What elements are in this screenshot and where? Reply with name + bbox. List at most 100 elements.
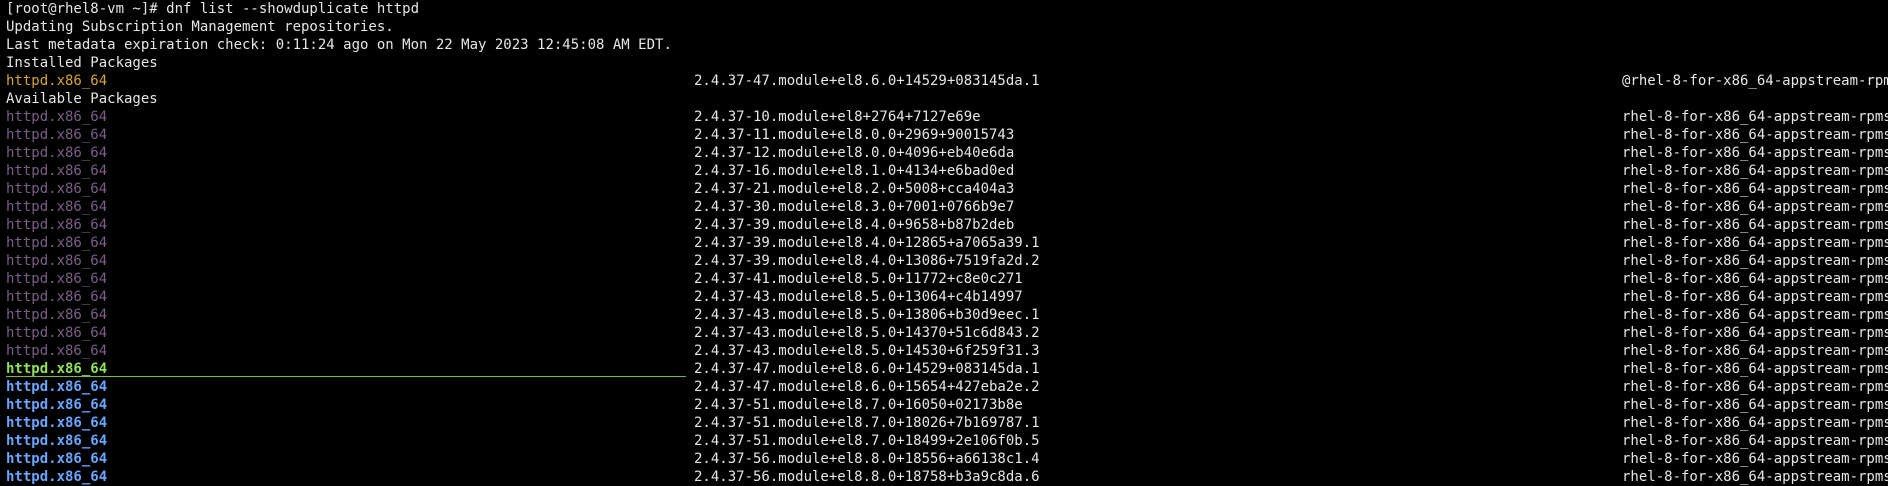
package-version: 2.4.37-30.module+el8.3.0+7001+0766b9e7 [694,199,1015,215]
package-repo: rhel-8-for-x86_64-appstream-rpms [1622,109,1888,125]
package-version: 2.4.37-47.module+el8.6.0+14529+083145da.… [694,361,1040,377]
package-row: httpd.x86_64 2.4.37-12.module+el8.0.0+409… [0,144,1888,162]
package-row: httpd.x86_64 2.4.37-56.module+el8.8.0+187… [0,468,1888,486]
package-name: httpd.x86_64 [6,397,108,413]
package-version: 2.4.37-16.module+el8.1.0+4134+e6bad0ed [694,163,1015,179]
package-repo: rhel-8-for-x86_64-appstream-rpms [1622,469,1888,485]
package-row: httpd.x86_64 2.4.37-43.module+el8.5.0+130… [0,288,1888,306]
package-repo: rhel-8-for-x86_64-appstream-rpms [1622,145,1888,161]
package-version: 2.4.37-43.module+el8.5.0+13064+c4b14997 [694,289,1023,305]
package-version: 2.4.37-56.module+el8.8.0+18556+a66138c1.… [694,451,1040,467]
package-version: 2.4.37-39.module+el8.4.0+12865+a7065a39.… [694,235,1040,251]
package-name: httpd.x86_64 [6,415,108,431]
package-repo: rhel-8-for-x86_64-appstream-rpms [1622,397,1888,413]
package-row: httpd.x86_64 2.4.37-56.module+el8.8.0+185… [0,450,1888,468]
package-name: httpd.x86_64 [6,145,108,161]
package-repo: rhel-8-for-x86_64-appstream-rpms [1622,253,1888,269]
package-name: httpd.x86_64 [6,163,108,179]
package-row: httpd.x86_64 2.4.37-11.module+el8.0.0+296… [0,126,1888,144]
package-row: httpd.x86_64 2.4.37-39.module+el8.4.0+128… [0,234,1888,252]
package-version: 2.4.37-56.module+el8.8.0+18758+b3a9c8da.… [694,469,1040,485]
package-name: httpd.x86_64 [6,289,108,305]
package-version: 2.4.37-41.module+el8.5.0+11772+c8e0c271 [694,271,1023,287]
package-name: httpd.x86_64 [6,451,108,467]
package-repo: @rhel-8-for-x86_64-appstream-rpms [1622,73,1888,89]
package-row: httpd.x86_64 2.4.37-10.module+el8+2764+71… [0,108,1888,126]
package-repo: rhel-8-for-x86_64-appstream-rpms [1622,127,1888,143]
selection-underline [6,376,686,377]
command-line: [root@rhel8-vm ~]# dnf list --showduplic… [0,0,1888,18]
package-version: 2.4.37-39.module+el8.4.0+13086+7519fa2d.… [694,253,1040,269]
package-name: httpd.x86_64 [6,271,108,287]
package-row: httpd.x86_64 2.4.37-43.module+el8.5.0+138… [0,306,1888,324]
package-version: 2.4.37-11.module+el8.0.0+2969+90015743 [694,127,1015,143]
status-text: Last metadata expiration check: 0:11:24 … [6,37,672,53]
package-name: httpd.x86_64 [6,199,108,215]
package-name: httpd.x86_64 [6,325,108,341]
package-repo: rhel-8-for-x86_64-appstream-rpms [1622,451,1888,467]
package-repo: rhel-8-for-x86_64-appstream-rpms [1622,433,1888,449]
package-repo: rhel-8-for-x86_64-appstream-rpms [1622,325,1888,341]
section-heading: Installed Packages [6,55,158,71]
status-line: Updating Subscription Management reposit… [0,18,1888,36]
package-row: httpd.x86_64 2.4.37-16.module+el8.1.0+413… [0,162,1888,180]
package-version: 2.4.37-21.module+el8.2.0+5008+cca404a3 [694,181,1015,197]
package-name: httpd.x86_64 [6,217,108,233]
package-repo: rhel-8-for-x86_64-appstream-rpms [1622,271,1888,287]
package-version: 2.4.37-51.module+el8.7.0+16050+02173b8e [694,397,1023,413]
package-name: httpd.x86_64 [6,127,108,143]
package-repo: rhel-8-for-x86_64-appstream-rpms [1622,307,1888,323]
installed-package-row: httpd.x86_64 2.4.37-47.module+el8.6.0+14… [0,72,1888,90]
package-version: 2.4.37-12.module+el8.0.0+4096+eb40e6da [694,145,1015,161]
available-package-list: httpd.x86_64 2.4.37-10.module+el8+2764+71… [0,108,1888,486]
package-row: httpd.x86_64 2.4.37-39.module+el8.4.0+965… [0,216,1888,234]
package-name: httpd.x86_64 [6,253,108,269]
package-name: httpd.x86_64 [6,433,108,449]
package-repo: rhel-8-for-x86_64-appstream-rpms [1622,217,1888,233]
status-line: Last metadata expiration check: 0:11:24 … [0,36,1888,54]
package-row: httpd.x86_64 2.4.37-43.module+el8.5.0+145… [0,342,1888,360]
package-name: httpd.x86_64 [6,73,108,89]
package-row: httpd.x86_64 2.4.37-51.module+el8.7.0+180… [0,414,1888,432]
package-version: 2.4.37-39.module+el8.4.0+9658+b87b2deb [694,217,1015,233]
package-repo: rhel-8-for-x86_64-appstream-rpms [1622,343,1888,359]
package-version: 2.4.37-43.module+el8.5.0+14370+51c6d843.… [694,325,1040,341]
status-text: Updating Subscription Management reposit… [6,19,394,35]
command-prompt: [root@rhel8-vm ~]# dnf list --showduplic… [6,1,420,17]
package-row: httpd.x86_64 2.4.37-39.module+el8.4.0+130… [0,252,1888,270]
package-repo: rhel-8-for-x86_64-appstream-rpms [1622,199,1888,215]
package-repo: rhel-8-for-x86_64-appstream-rpms [1622,235,1888,251]
package-repo: rhel-8-for-x86_64-appstream-rpms [1622,361,1888,377]
package-row: httpd.x86_64 2.4.37-51.module+el8.7.0+160… [0,396,1888,414]
package-row: httpd.x86_64 2.4.37-43.module+el8.5.0+143… [0,324,1888,342]
package-repo: rhel-8-for-x86_64-appstream-rpms [1622,379,1888,395]
package-version: 2.4.37-47.module+el8.6.0+14529+083145da.… [694,73,1040,89]
package-repo: rhel-8-for-x86_64-appstream-rpms [1622,163,1888,179]
section-heading: Available Packages [6,91,158,107]
package-repo: rhel-8-for-x86_64-appstream-rpms [1622,415,1888,431]
package-repo: rhel-8-for-x86_64-appstream-rpms [1622,181,1888,197]
package-repo: rhel-8-for-x86_64-appstream-rpms [1622,289,1888,305]
available-header: Available Packages [0,90,1888,108]
package-row: httpd.x86_64 2.4.37-47.module+el8.6.0+156… [0,378,1888,396]
package-row: httpd.x86_64 2.4.37-51.module+el8.7.0+184… [0,432,1888,450]
package-row: httpd.x86_64 2.4.37-30.module+el8.3.0+700… [0,198,1888,216]
package-name: httpd.x86_64 [6,343,108,359]
package-name: httpd.x86_64 [6,109,108,125]
package-row: httpd.x86_64 2.4.37-41.module+el8.5.0+117… [0,270,1888,288]
installed-header: Installed Packages [0,54,1888,72]
package-version: 2.4.37-43.module+el8.5.0+14530+6f259f31.… [694,343,1040,359]
package-version: 2.4.37-43.module+el8.5.0+13806+b30d9eec.… [694,307,1040,323]
terminal-window[interactable]: [root@rhel8-vm ~]# dnf list --showduplic… [0,0,1888,486]
package-name: httpd.x86_64 [6,469,108,485]
package-version: 2.4.37-51.module+el8.7.0+18499+2e106f0b.… [694,433,1040,449]
package-name: httpd.x86_64 [6,379,108,395]
package-name: httpd.x86_64 [6,235,108,251]
package-version: 2.4.37-47.module+el8.6.0+15654+427eba2e.… [694,379,1040,395]
package-version: 2.4.37-51.module+el8.7.0+18026+7b169787.… [694,415,1040,431]
package-name: httpd.x86_64 [6,307,108,323]
package-row: httpd.x86_64 2.4.37-47.module+el8.6.0+145… [0,360,1888,378]
package-name: httpd.x86_64 [6,181,108,197]
package-row: httpd.x86_64 2.4.37-21.module+el8.2.0+500… [0,180,1888,198]
package-version: 2.4.37-10.module+el8+2764+7127e69e [694,109,981,125]
